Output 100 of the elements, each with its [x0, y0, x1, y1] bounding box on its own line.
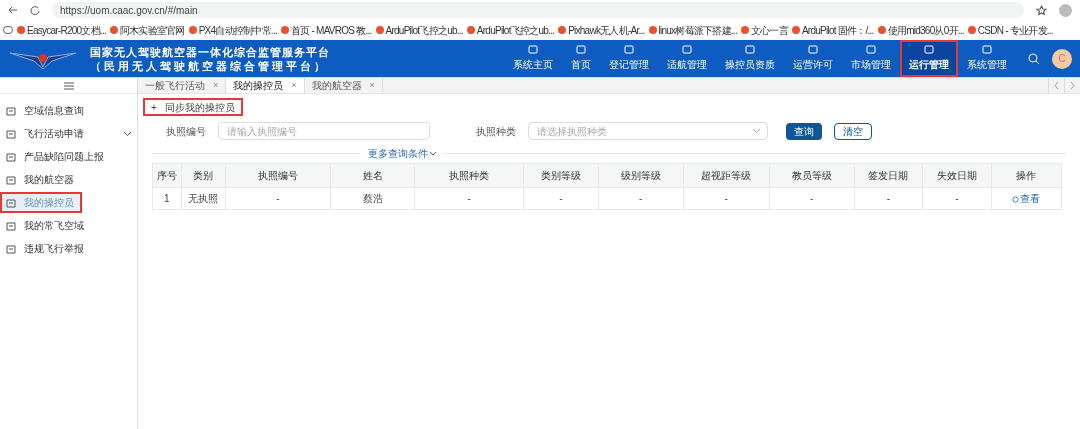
document-icon	[6, 243, 16, 254]
nav-icon	[528, 45, 538, 55]
nav-icon	[924, 45, 934, 55]
nav-tab[interactable]: 运营许可	[784, 40, 842, 77]
table-cell: 1	[152, 187, 181, 210]
page-tab[interactable]: 我的航空器 ×	[304, 78, 383, 93]
column-header: 姓名	[330, 163, 415, 188]
nav-icon	[982, 45, 992, 55]
bookmark-favicon	[648, 26, 657, 34]
sidebar-item[interactable]: 空域信息查询	[0, 100, 137, 121]
filter-label: 执照编号	[166, 124, 206, 139]
bookmark-favicon	[466, 26, 475, 34]
license-type-dropdown[interactable]: 请选择执照种类	[528, 122, 768, 140]
nav-tab[interactable]: 首页	[562, 40, 600, 77]
table-cell: -	[598, 187, 684, 210]
clear-button[interactable]: 清空	[834, 122, 872, 140]
sync-operators-button[interactable]: + 同步我的操控员	[143, 98, 243, 116]
bookmark-favicon	[558, 26, 567, 34]
nav-tab[interactable]: 登记管理	[600, 40, 658, 77]
back-icon[interactable]	[8, 5, 18, 15]
sidebar-item[interactable]: 飞行活动申请	[0, 123, 137, 144]
column-header: 签发日期	[854, 163, 923, 188]
more-conditions-link[interactable]: 更多查询条件	[359, 146, 444, 161]
bookmark-link[interactable]: linux树莓派下搭建...	[648, 22, 737, 38]
chevron-down-icon	[753, 129, 760, 133]
table-cell: -	[854, 187, 923, 210]
sidebar-item[interactable]: 我的常飞空域	[0, 215, 137, 236]
search-button[interactable]: 查询	[786, 122, 822, 140]
chevron-left-icon	[1054, 82, 1059, 89]
column-header: 失效日期	[922, 163, 991, 188]
bookmark-link[interactable]: 使用mid360从0开...	[877, 22, 964, 38]
nav-tab[interactable]: 市场管理	[842, 40, 900, 77]
address-bar[interactable]: https://uom.caac.gov.cn/#/main	[52, 2, 1024, 18]
column-header: 类别等级	[523, 163, 599, 188]
nav-icon	[808, 45, 818, 55]
document-icon	[6, 105, 16, 116]
sidebar-item[interactable]: 违规飞行举报	[0, 238, 137, 259]
table-cell: 蔡浩	[330, 187, 415, 210]
document-icon	[6, 174, 16, 185]
bookmark-link[interactable]: PX4自动控制中常...	[188, 22, 277, 38]
column-header: 执照种类	[414, 163, 524, 188]
column-header: 教员等级	[769, 163, 855, 188]
bookmark-favicon	[375, 26, 384, 34]
nav-icon	[624, 45, 634, 55]
bookmark-link[interactable]: 阿木实验室官网	[109, 22, 185, 38]
table-cell: -	[922, 187, 991, 210]
nav-icon	[866, 45, 876, 55]
nav-tab[interactable]: 运行管理	[900, 40, 958, 77]
table-cell: -	[414, 187, 524, 210]
bookmark-link[interactable]: 首页 - MAVROS 教...	[280, 22, 372, 38]
platform-title: 国家无人驾驶航空器一体化综合监管服务平台	[90, 44, 330, 59]
document-icon	[6, 220, 16, 231]
bookmark-favicon	[740, 26, 749, 34]
nav-tab[interactable]: 适航管理	[658, 40, 716, 77]
license-number-field[interactable]: 请输入执照编号	[218, 122, 430, 140]
bookmark-favicon	[967, 26, 976, 34]
bookmark-favicon	[109, 26, 118, 34]
nav-tab[interactable]: 操控员资质	[716, 40, 784, 77]
platform-subtitle: （民用无人驾驶航空器综合管理平台）	[90, 58, 329, 73]
bookmark-favicon	[791, 26, 800, 34]
chevron-down-icon	[429, 151, 436, 156]
nav-tab[interactable]: 系统主页	[504, 40, 562, 77]
column-header: 操作	[991, 163, 1062, 188]
bookmark-link[interactable]: Easycar-R200文档...	[17, 22, 106, 38]
bookmark-link[interactable]: 文心一言	[740, 22, 788, 38]
reload-icon[interactable]	[30, 5, 40, 15]
table-cell: -	[769, 187, 855, 210]
sidebar-item[interactable]: 我的航空器	[0, 169, 137, 190]
column-header: 执照编号	[225, 163, 331, 188]
filter-label: 执照种类	[476, 124, 516, 139]
bookmark-favicon	[280, 26, 289, 34]
table-cell: -	[225, 187, 331, 210]
bookmark-link[interactable]: ArduPilot飞控之ub...	[375, 22, 463, 38]
bookmark-link[interactable]: ArduPilot飞控之ub...	[466, 22, 555, 38]
document-icon	[6, 151, 16, 162]
table-cell: -	[523, 187, 599, 210]
column-header: 级别等级	[598, 163, 684, 188]
close-button[interactable]: ×	[291, 78, 297, 93]
bookmark-link[interactable]: ArduPilot 固件：/...	[791, 22, 874, 38]
url-text: https://uom.caac.gov.cn/#/main	[60, 3, 198, 18]
document-icon	[6, 197, 16, 208]
search-icon[interactable]	[1028, 52, 1040, 65]
nav-tab[interactable]: 系统管理	[958, 40, 1016, 77]
sidebar-item[interactable]: 产品缺陷问题上报	[0, 146, 137, 167]
bookmark-favicon	[17, 26, 25, 34]
chevron-right-icon	[1070, 82, 1075, 89]
bookmark-favicon	[188, 26, 197, 34]
bookmark-link[interactable]: CSDN - 专业开发...	[967, 22, 1053, 38]
column-header: 序号	[152, 163, 181, 188]
document-icon	[6, 128, 16, 139]
column-header: 类别	[181, 163, 226, 188]
nav-icon	[745, 45, 755, 55]
nav-icon	[682, 45, 692, 55]
column-header: 超视距等级	[683, 163, 770, 188]
nav-icon	[576, 45, 586, 55]
table-cell: -	[683, 187, 770, 210]
bookmark-link[interactable]: Pixhawk无人机-Ar...	[558, 22, 645, 38]
star-icon[interactable]	[1036, 4, 1047, 16]
page-tab[interactable]: 我的操控员 ×	[226, 78, 305, 93]
table-cell: 无执照	[181, 187, 226, 210]
